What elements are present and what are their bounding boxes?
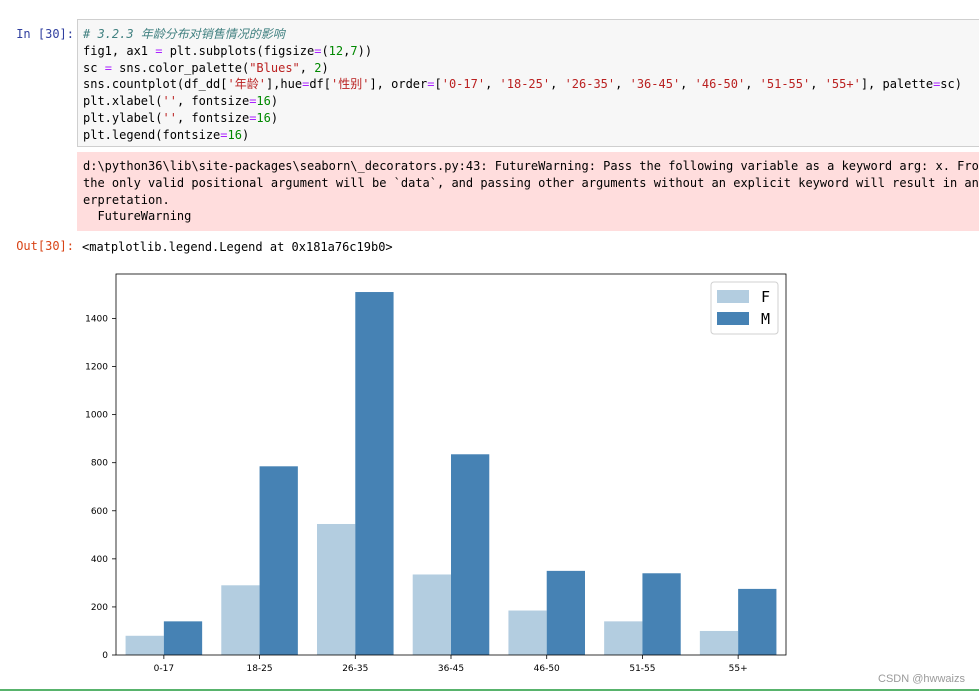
code-token: fig1, ax1 <box>83 43 156 58</box>
code-token: , <box>615 77 630 92</box>
code-token: '46-50' <box>694 77 746 92</box>
x-tick-label: 18-25 <box>246 664 272 672</box>
x-tick-label: 46-50 <box>534 664 560 672</box>
code-comment: # 3.2.3 年龄分布对销售情况的影响 <box>83 27 285 41</box>
code-token: , <box>810 77 825 92</box>
code-token: '' <box>162 110 177 125</box>
bar-F-36-45 <box>412 574 451 655</box>
code-token: 16 <box>256 110 271 125</box>
legend-label-M: M <box>761 310 770 328</box>
x-tick-label: 0-17 <box>154 664 174 672</box>
code-token: ) <box>270 94 279 109</box>
code-token: plt.xlabel( <box>83 94 163 109</box>
bar-F-55+ <box>699 630 739 655</box>
code-token: sns.color_palette( <box>111 60 250 75</box>
code-token: plt.ylabel( <box>83 110 163 125</box>
code-token: ) <box>241 127 250 142</box>
code-token: 16 <box>227 127 242 142</box>
code-token: = <box>104 60 112 75</box>
code-token: "Blues" <box>249 60 300 75</box>
code-token: ],hue <box>265 77 303 92</box>
code-token: 12 <box>328 43 344 58</box>
code-token: , <box>299 60 315 75</box>
y-tick-label: 1400 <box>85 314 108 324</box>
code-input-area[interactable]: # 3.2.3 年龄分布对销售情况的影响 fig1, ax1 = plt.sub… <box>77 19 979 147</box>
code-token: , <box>550 77 565 92</box>
legend-swatch-F <box>717 290 749 303</box>
code-token: 7 <box>350 43 358 58</box>
code-token: '26-35' <box>564 77 616 92</box>
code-token: '51-55' <box>759 77 811 92</box>
legend-label-F: F <box>761 288 770 306</box>
watermark: CSDN @hwwaizs <box>878 673 965 685</box>
code-token: '0-17' <box>441 77 486 92</box>
code-token: ) <box>321 60 329 75</box>
code-token: ], order <box>369 77 428 92</box>
code-token: sc <box>83 60 105 75</box>
code-token: '' <box>162 94 177 109</box>
legend-swatch-M <box>717 312 749 325</box>
x-tick-label: 26-35 <box>342 664 368 672</box>
x-tick-label: 51-55 <box>629 664 655 672</box>
bar-M-36-45 <box>451 454 490 655</box>
warning-text: d:\python36\lib\site-packages\seaborn\_d… <box>83 159 979 224</box>
code-token: , <box>745 77 760 92</box>
bar-M-46-50 <box>546 570 585 655</box>
code-token: '年龄' <box>227 77 266 92</box>
code-token: , fontsize <box>176 110 250 125</box>
y-tick-label: 400 <box>91 555 108 565</box>
bar-M-18-25 <box>259 466 298 655</box>
y-tick-label: 0 <box>102 651 108 661</box>
y-tick-label: 600 <box>91 507 108 517</box>
code-token: 16 <box>256 94 271 109</box>
y-tick-label: 1000 <box>85 411 108 421</box>
code-token: ) <box>270 110 279 125</box>
code-token: df[ <box>309 77 331 92</box>
bar-M-51-55 <box>642 573 681 655</box>
bar-F-18-25 <box>221 585 260 655</box>
x-tick-label: 36-45 <box>438 664 464 672</box>
code-token: , <box>485 77 500 92</box>
bar-F-26-35 <box>317 523 356 655</box>
y-tick-label: 200 <box>91 603 108 613</box>
code-token: '性别' <box>331 77 370 92</box>
code-token: plt.subplots(figsize <box>162 43 315 58</box>
stderr-output: d:\python36\lib\site-packages\seaborn\_d… <box>77 152 979 231</box>
code-token: )) <box>357 43 373 58</box>
code-token: , fontsize <box>176 94 250 109</box>
input-prompt: In [30]: <box>16 27 74 41</box>
y-tick-label: 1200 <box>85 363 108 373</box>
bar-M-0-17 <box>163 621 203 655</box>
code-token: , <box>680 77 695 92</box>
bar-M-55+ <box>738 588 777 655</box>
code-editor[interactable]: # 3.2.3 年龄分布对销售情况的影响 fig1, ax1 = plt.sub… <box>78 20 979 144</box>
y-tick-label: 800 <box>91 459 108 469</box>
code-token: = <box>220 127 228 142</box>
code-token: ( <box>321 43 329 58</box>
code-token: plt.legend(fontsize <box>83 127 221 142</box>
code-token: '36-45' <box>629 77 681 92</box>
bar-M-26-35 <box>355 292 394 655</box>
code-token: '55+' <box>824 77 861 92</box>
output-result-text: <matplotlib.legend.Legend at 0x181a76c19… <box>82 240 393 254</box>
cell-footer-line <box>0 689 979 691</box>
code-token: ], palette <box>860 77 934 92</box>
bar-F-0-17 <box>125 635 164 655</box>
bar-F-51-55 <box>604 621 643 655</box>
x-tick-label: 55+ <box>729 664 748 672</box>
code-token: [ <box>434 77 442 92</box>
output-prompt: Out[30]: <box>16 239 74 253</box>
code-token: sc) <box>940 77 962 92</box>
bar-F-46-50 <box>508 610 547 655</box>
countplot-chart: 0-17 18-25 26-35 36-45 46-50 51-55 55+ 0 200 400 6… <box>85 273 787 672</box>
code-token: sns.countplot(df_dd[ <box>83 77 228 92</box>
code-token: '18-25' <box>499 77 551 92</box>
